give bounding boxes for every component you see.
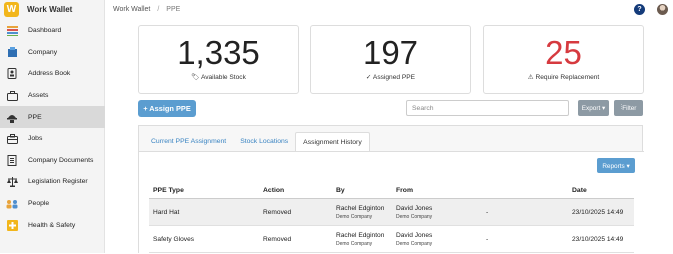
sidebar-item-company-documents[interactable]: Company Documents [0,150,105,172]
ppe-panel: Current PPE Assignment Stock Locations A… [138,125,644,254]
tab-content: Reports ▾ PPE Type Action By From Date H… [139,151,644,254]
sidebar-item-address-book[interactable]: Address Book [0,63,105,85]
stat-card-assigned: 197 ✓ Assigned PPE [310,25,471,94]
work-wallet-logo: W [4,2,19,17]
from-name: David Jones [396,205,433,212]
table-header: PPE Type Action By From Date [149,184,634,199]
column-header[interactable]: By [336,187,345,194]
sidebar-item-health-safety[interactable]: Health & Safety [0,214,105,236]
stat-cards: 1,335 🏷 Available Stock 197 ✓ Assigned P… [138,25,644,94]
cell-by: Rachel Edginton Demo Company [336,231,384,249]
sidebar-item-label: Company Documents [28,156,94,164]
tab-current-ppe-assignment[interactable]: Current PPE Assignment [144,132,233,151]
address-book-icon [6,68,18,80]
by-name: Rachel Edginton [336,232,385,239]
help-icon[interactable]: ? [634,4,645,15]
from-company: Demo Company [396,241,433,247]
sidebar-item-label: Jobs [28,135,43,143]
stat-label-text: Require Replacement [535,74,600,81]
column-header[interactable]: PPE Type [153,187,184,194]
cell-date: 23/10/2025 14:49 [572,236,624,243]
people-icon [6,198,18,210]
stat-value: 1,335 [177,34,260,71]
stat-label-text: Available Stock [200,74,246,81]
tab-assignment-history[interactable]: Assignment History [295,132,370,151]
reports-button[interactable]: Reports ▾ [597,158,635,173]
column-header[interactable]: From [396,187,413,194]
sidebar-item-label: Assets [28,92,49,100]
cell-ppe-type: Hard Hat [153,209,180,216]
topbar: Work Wallet / PPE [105,0,673,19]
search-input[interactable]: Search [406,100,569,116]
stat-value: 197 [362,34,419,71]
tab-stock-locations[interactable]: Stock Locations [233,132,295,151]
cell-by: Rachel Edginton Demo Company [336,204,384,222]
export-button[interactable]: Export ▾ [578,100,609,116]
cell-ppe-type: Safety Gloves [153,236,195,243]
sidebar-item-label: Address Book [28,70,71,78]
stat-label-text: Assigned PPE [372,74,416,81]
column-header[interactable]: Date [572,187,587,194]
brand[interactable]: W Work Wallet [0,0,104,19]
sidebar-nav: Dashboard Company Address Book Assets PP… [0,20,105,236]
dashboard-icon [6,25,18,37]
sidebar-item-company[interactable]: Company [0,42,105,64]
tab-bar: Current PPE Assignment Stock Locations A… [144,132,370,151]
column-header[interactable]: Action [263,187,284,194]
stat-label: 🏷 Available Stock [139,73,298,81]
table-row[interactable]: Hard Hat Removed Rachel Edginton Demo Com… [149,199,634,226]
sidebar-item-assets[interactable]: Assets [0,85,105,107]
sidebar-item-ppe[interactable]: PPE [0,106,105,128]
sidebar-item-label: People [28,200,50,208]
breadcrumb-separator: / [157,6,160,13]
cell-action: Removed [263,209,292,216]
health-safety-icon [6,219,18,231]
cell-from: David Jones Demo Company [396,204,432,222]
assign-ppe-button[interactable]: + Assign PPE [138,100,196,117]
table-row[interactable]: Safety Gloves Removed Rachel Edginton Dem… [149,226,634,253]
sidebar-item-label: Health & Safety [28,221,76,229]
ppe-icon [6,111,18,123]
assets-icon [6,90,18,102]
sidebar: W Work Wallet Dashboard Company Address … [0,0,105,253]
warning-icon: ⚠ [527,74,534,81]
avatar[interactable] [657,4,668,15]
from-company: Demo Company [396,214,433,220]
jobs-icon [6,133,18,145]
stat-label: ✓ Assigned PPE [311,73,470,81]
sidebar-item-legislation-register[interactable]: Legislation Register [0,171,105,193]
app-name: Work Wallet [27,5,73,14]
cell-to: - [486,209,489,216]
stat-card-replacement: 25 ⚠ Require Replacement [483,25,644,94]
sidebar-item-dashboard[interactable]: Dashboard [0,20,105,42]
company-icon [6,46,18,58]
sidebar-item-people[interactable]: People [0,193,105,215]
legislation-icon [6,176,18,188]
cell-date: 23/10/2025 14:49 [572,209,624,216]
filter-label: Filter [622,104,637,112]
cell-from: David Jones Demo Company [396,231,432,249]
sidebar-item-label: PPE [28,113,42,121]
sidebar-item-label: Legislation Register [28,178,88,186]
documents-icon [6,154,18,166]
sidebar-item-jobs[interactable]: Jobs [0,128,105,150]
cell-action: Removed [263,236,292,243]
check-icon: ✓ [365,74,372,81]
stat-card-available: 1,335 🏷 Available Stock [138,25,299,94]
breadcrumb-root[interactable]: Work Wallet [113,6,150,13]
cell-to: - [486,236,489,243]
breadcrumb-current: PPE [166,6,181,13]
by-company: Demo Company [336,241,373,247]
stat-value: 25 [545,34,582,71]
by-name: Rachel Edginton [336,205,385,212]
filter-button[interactable]: ⫶ Filter [614,100,643,116]
by-company: Demo Company [336,214,373,220]
from-name: David Jones [396,232,433,239]
stat-label: ⚠ Require Replacement [484,73,643,81]
tag-icon: 🏷 [191,74,200,81]
sidebar-item-label: Dashboard [28,27,62,35]
sidebar-item-label: Company [28,48,58,56]
